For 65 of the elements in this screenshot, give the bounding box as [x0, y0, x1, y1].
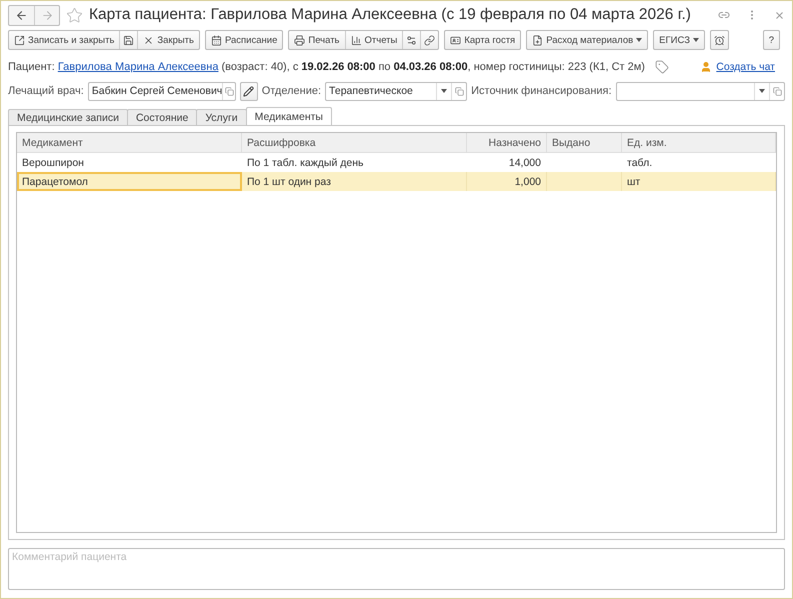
- field-label: Лечащий врач:: [8, 85, 84, 97]
- user-icon: [700, 61, 712, 73]
- column-header[interactable]: Расшифровка: [242, 133, 467, 152]
- column-header[interactable]: Выдано: [547, 133, 622, 152]
- table-cell: 1,000: [467, 172, 547, 191]
- toolbar-button[interactable]: Закрыть: [137, 31, 199, 49]
- back-arrow-icon: [15, 8, 28, 22]
- table-cell-text: По 1 табл. каждый день: [246, 156, 364, 170]
- caret-icon: [441, 89, 448, 93]
- column-header[interactable]: Назначено: [467, 133, 547, 152]
- table-cell: шт: [622, 172, 776, 191]
- table-cell-text: 14,000: [508, 156, 542, 170]
- column-header[interactable]: Ед. изм.: [622, 133, 776, 152]
- toolbar-button[interactable]: Отчеты: [344, 31, 402, 49]
- patient-link[interactable]: Гаврилова Марина Алексеевна: [58, 61, 218, 73]
- table-cell-text: Верошпирон: [21, 156, 85, 170]
- create-chat-link[interactable]: Создать чат: [700, 61, 775, 73]
- open-icon: [772, 86, 782, 96]
- table-row[interactable]: Парацетомол По 1 шт один раз 1,000 шт: [17, 172, 776, 191]
- link-icon: [424, 34, 436, 46]
- close-icon: [143, 34, 154, 46]
- table-cell: Парацетомол: [17, 172, 242, 191]
- caret-icon: [759, 89, 765, 93]
- bar-chart-icon: [350, 34, 362, 46]
- table-cell-text: табл.: [626, 156, 654, 170]
- settings-icon: [406, 34, 418, 46]
- tag-icon[interactable]: [654, 60, 669, 74]
- tab[interactable]: Состояние: [126, 109, 198, 126]
- column-header[interactable]: Медикамент: [17, 133, 242, 152]
- window-title: Карта пациента: Гаврилова Марина Алексеевна (с 19 февраля по 04 марта 2026 г.): [89, 6, 692, 24]
- tab[interactable]: Медикаменты: [246, 107, 332, 126]
- caret-icon: [692, 38, 699, 42]
- save-icon: [123, 34, 134, 46]
- table-cell: По 1 шт один раз: [242, 172, 467, 191]
- tab[interactable]: Услуги: [196, 109, 247, 126]
- printer-icon: [294, 34, 306, 46]
- toolbar-button[interactable]: Расписание: [206, 31, 282, 49]
- caret-icon: [636, 38, 642, 42]
- pencil-icon: [243, 86, 254, 96]
- edit-button[interactable]: [240, 82, 258, 100]
- calendar-icon: [210, 34, 222, 46]
- menu-button[interactable]: ЕГИСЗ: [654, 31, 704, 49]
- alarm-clock-icon: [714, 34, 725, 46]
- open-icon: [224, 86, 234, 96]
- patient-info: Пациент: Гаврилова Марина Алексеевна (возраст: 40), с 19.02.26 08:00 по 04.03.26 08:00, номер гостиницы: 223 (К1, Ст 2м): [8, 61, 645, 73]
- field-label: Источник финансирования:: [471, 85, 612, 97]
- field-label: Отделение:: [262, 85, 322, 97]
- menu-button[interactable]: Расход материалов: [527, 31, 648, 49]
- file-plus-icon: [532, 34, 544, 46]
- toolbar-button[interactable]: Записать и закрыть: [9, 31, 120, 49]
- export-icon: [14, 34, 25, 46]
- card-icon: [450, 34, 462, 46]
- comment-field[interactable]: Комментарий пациента: [8, 548, 785, 590]
- tab[interactable]: Медицинские записи: [8, 109, 128, 126]
- select-field[interactable]: Терапевтическое: [325, 82, 468, 100]
- link-icon[interactable]: [718, 9, 730, 21]
- input-field[interactable]: Бабкин Сергей Семенович: [88, 82, 236, 100]
- forward-arrow-icon: [40, 8, 54, 22]
- star-icon[interactable]: [66, 6, 83, 24]
- toolbar-button[interactable]: Карта гостя: [445, 31, 520, 49]
- help-button[interactable]: ?: [764, 31, 779, 49]
- select-field[interactable]: [616, 82, 785, 100]
- open-icon: [454, 86, 464, 96]
- close-icon[interactable]: [774, 10, 785, 20]
- toolbar-button[interactable]: Печать: [289, 31, 344, 49]
